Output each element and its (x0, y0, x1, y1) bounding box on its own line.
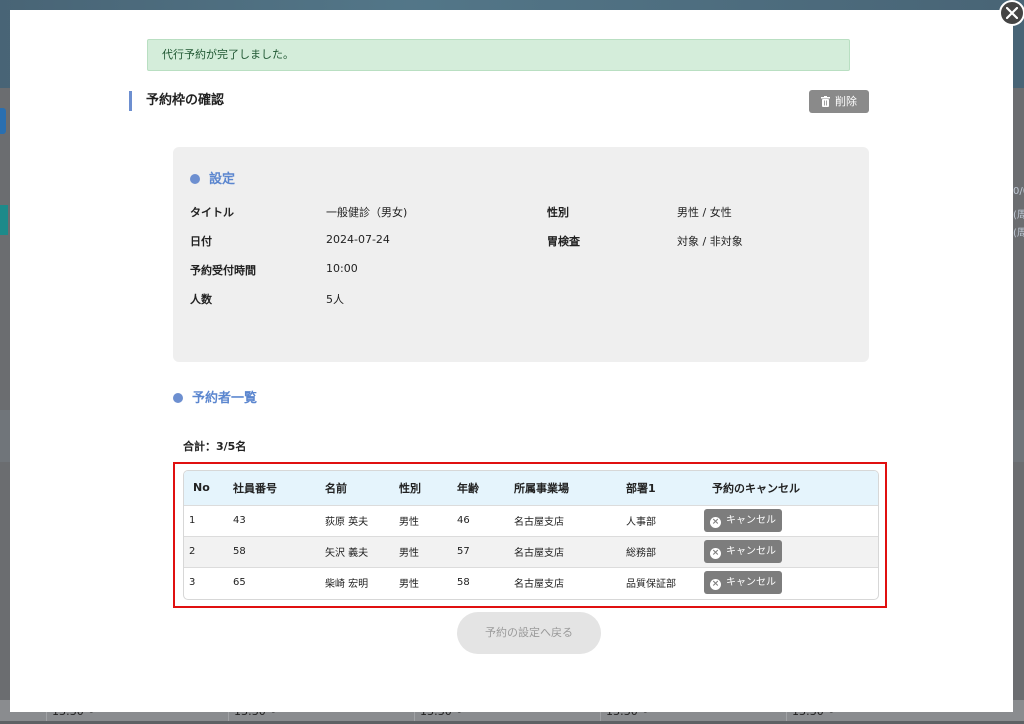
cell-office: 名古屋支店 (514, 517, 564, 528)
cell-no: 1 (189, 515, 196, 526)
reservation-total: 合計：3/5名 (183, 440, 247, 453)
delete-button[interactable]: 削除 (809, 90, 869, 113)
trash-icon (821, 92, 830, 115)
cell-age: 57 (457, 546, 470, 557)
background-right-text: 0/07 (1013, 186, 1024, 197)
cell-gender: 男性 (399, 579, 419, 591)
setting-value-stomach-exam: 対象 / 非対象 (677, 235, 743, 248)
cell-office: 名古屋支店 (514, 548, 564, 559)
setting-label-capacity: 人数 (190, 293, 212, 306)
cell-age: 46 (457, 515, 470, 526)
cancel-reservation-button[interactable]: × キャンセル (704, 509, 782, 532)
cancel-reservation-button[interactable]: × キャンセル (704, 540, 782, 563)
cell-cancel: × キャンセル (704, 536, 878, 567)
success-alert: 代行予約が完了しました。 (147, 39, 850, 71)
setting-label-gender: 性別 (547, 206, 569, 219)
background-left-tab (0, 108, 6, 134)
close-circle-icon: × (710, 548, 721, 559)
close-circle-icon: × (710, 517, 721, 528)
cancel-reservation-button[interactable]: × キャンセル (704, 571, 782, 595)
column-header-age: 年齢 (457, 481, 479, 495)
settings-heading: 設定 (190, 168, 235, 187)
page-title: 予約枠の確認 (129, 91, 224, 111)
cancel-button-label: キャンセル (726, 546, 776, 557)
cell-department: 品質保証部 (626, 579, 676, 591)
settings-card: 設定 タイトル 一般健診（男女) 日付 2024-07-24 予約受付時間 10… (173, 147, 869, 362)
cell-name: 矢沢 義夫 (325, 548, 369, 559)
back-to-settings-button[interactable]: 予約の設定へ戻る (457, 612, 601, 654)
bullet-dot-icon (190, 174, 200, 184)
background-right-text: (周 (1013, 228, 1024, 239)
cell-name: 荻原 英夫 (325, 517, 369, 528)
cell-cancel: × キャンセル (704, 505, 878, 536)
background-left-marker (0, 205, 8, 235)
reservations-heading-label: 予約者一覧 (192, 391, 258, 406)
setting-label-stomach-exam: 胃検査 (547, 235, 580, 248)
column-header-name: 名前 (325, 481, 347, 495)
cell-department: 総務部 (626, 548, 656, 559)
cell-gender: 男性 (399, 548, 419, 559)
column-header-gender: 性別 (399, 481, 421, 495)
close-circle-icon: × (710, 579, 721, 591)
cancel-button-label: キャンセル (726, 515, 776, 526)
highlight-frame: No 社員番号 名前 性別 年齢 所属事業場 部署1 予約のキャンセル 1 43 (173, 462, 887, 608)
cell-name: 柴崎 宏明 (325, 579, 369, 591)
cell-no: 3 (189, 577, 196, 589)
reservation-table: No 社員番号 名前 性別 年齢 所属事業場 部署1 予約のキャンセル 1 43 (183, 470, 879, 600)
column-header-no: No (193, 481, 210, 495)
cell-employee-id: 65 (233, 577, 246, 589)
cell-gender: 男性 (399, 517, 419, 528)
cell-age: 58 (457, 577, 470, 589)
column-header-department: 部署1 (626, 481, 656, 495)
reservations-heading: 予約者一覧 (173, 387, 257, 406)
table-header-row: No 社員番号 名前 性別 年齢 所属事業場 部署1 予約のキャンセル (184, 471, 878, 505)
cell-employee-id: 43 (233, 515, 246, 526)
cell-no: 2 (189, 546, 196, 557)
cell-employee-id: 58 (233, 546, 246, 557)
setting-value-title: 一般健診（男女) (326, 206, 408, 219)
cell-office: 名古屋支店 (514, 579, 564, 591)
setting-label-date: 日付 (190, 235, 212, 248)
setting-value-reception-time: 10:00 (326, 262, 358, 275)
setting-label-reception-time: 予約受付時間 (190, 264, 256, 277)
column-header-employee-id: 社員番号 (233, 481, 277, 495)
table-row: 2 58 矢沢 義夫 男性 57 名古屋支店 総務部 × キャンセル (184, 536, 878, 567)
setting-value-capacity: 5人 (326, 293, 344, 306)
column-header-cancel: 予約のキャンセル (712, 481, 800, 495)
setting-label-title: タイトル (190, 206, 234, 219)
cell-department: 人事部 (626, 517, 656, 528)
cell-cancel: × キャンセル (704, 567, 878, 598)
setting-value-date: 2024-07-24 (326, 233, 390, 246)
background-right-text: (周 (1013, 210, 1024, 221)
column-header-office: 所属事業場 (514, 481, 569, 495)
table-row: 3 65 柴崎 宏明 男性 58 名古屋支店 品質保証部 × キャンセル (184, 567, 878, 598)
setting-value-gender: 男性 / 女性 (677, 206, 732, 219)
close-icon (1006, 7, 1018, 19)
close-modal-button[interactable] (999, 0, 1024, 26)
bullet-dot-icon (173, 393, 183, 403)
reservation-slot-modal: 代行予約が完了しました。 予約枠の確認 削除 設定 タイトル 一般健診（男女) … (10, 10, 1013, 712)
cancel-button-label: キャンセル (726, 577, 776, 589)
delete-button-label: 削除 (835, 95, 857, 108)
table-row: 1 43 荻原 英夫 男性 46 名古屋支店 人事部 × キャンセル (184, 505, 878, 536)
settings-heading-label: 設定 (209, 172, 236, 187)
